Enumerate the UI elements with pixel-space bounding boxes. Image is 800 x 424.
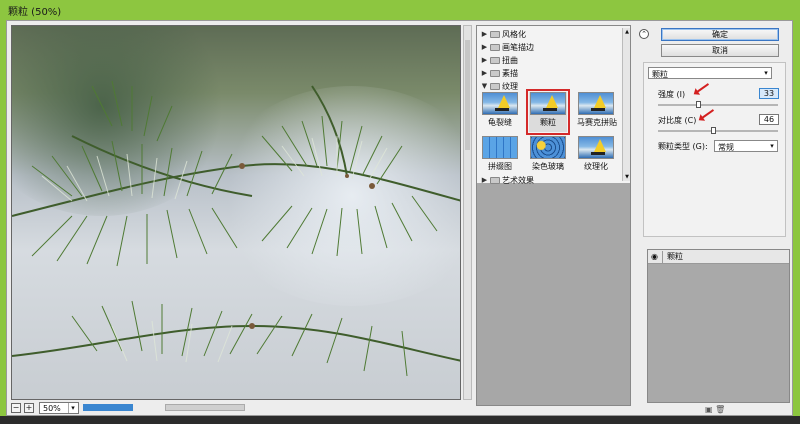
gallery-scrollbar[interactable]: ▲ ▼ — [622, 28, 630, 181]
folder-icon — [490, 30, 500, 38]
intensity-slider-handle[interactable] — [696, 101, 701, 108]
contrast-slider[interactable] — [658, 127, 778, 134]
category-sketch[interactable]: ▶ 素描 — [481, 67, 518, 79]
new-layer-icon[interactable]: ▣ — [705, 405, 713, 414]
filter-gallery-dialog: − + 50% ▾ ▶ 风格化 ▶ 画笔描边 ▶ 扭曲 ▶ 素描 ▼ 纹理 龟裂… — [6, 20, 793, 416]
category-label: 风格化 — [502, 29, 526, 39]
collapse-gallery-icon[interactable]: ⌃ — [639, 29, 649, 39]
folder-icon — [490, 176, 500, 184]
intensity-slider[interactable] — [658, 101, 778, 108]
thumbnail-image — [530, 136, 566, 159]
annotation-arrow — [701, 109, 715, 119]
thumbnail-image — [578, 92, 614, 115]
filter-gallery: ▶ 风格化 ▶ 画笔描边 ▶ 扭曲 ▶ 素描 ▼ 纹理 龟裂缝 颗粒 马赛克拼贴… — [476, 25, 631, 406]
filter-thumb-grain-selected[interactable]: 颗粒 — [526, 89, 570, 135]
filter-options: 颗粒 ▾ 强度 (I) 33 对比度 (C) 46 颗粒类型 (G): 常规 ▾ — [643, 62, 786, 237]
ok-button[interactable]: 确定 — [661, 28, 779, 41]
contrast-input[interactable]: 46 — [759, 114, 779, 125]
filter-category-list: ▶ 风格化 ▶ 画笔描边 ▶ 扭曲 ▶ 素描 ▼ 纹理 龟裂缝 颗粒 马赛克拼贴… — [477, 26, 630, 186]
delete-layer-icon[interactable]: 🗑 — [715, 405, 725, 414]
thumbnail-image — [578, 136, 614, 159]
effect-layer-row[interactable]: ◉ 颗粒 — [648, 250, 789, 264]
zoom-value: 50% — [43, 404, 61, 413]
thumbnail-label: 染色玻璃 — [532, 162, 564, 171]
scroll-down-icon[interactable]: ▼ — [624, 174, 630, 180]
zoom-select[interactable]: 50% ▾ — [39, 402, 79, 414]
category-distort[interactable]: ▶ 扭曲 — [481, 54, 518, 66]
pine-branch-image — [12, 80, 460, 377]
filter-settings-panel: ⌃ 确定 取消 颗粒 ▾ 强度 (I) 33 对比度 (C) 46 颗粒类型 (… — [635, 25, 792, 414]
dialog-frame: 颗粒 (50%) − + 50% ▾ ▶ 风格化 ▶ 画笔描边 ▶ 扭曲 ▶ 素… — [0, 0, 800, 424]
filter-thumb-patchwork[interactable]: 拼缀图 — [481, 136, 519, 176]
intensity-input[interactable]: 33 — [759, 88, 779, 99]
category-label: 画笔描边 — [502, 42, 534, 52]
filter-thumb-texturizer[interactable]: 纹理化 — [577, 136, 615, 176]
cancel-button[interactable]: 取消 — [661, 44, 779, 57]
filter-thumb-craquelure[interactable]: 龟裂缝 — [481, 92, 519, 132]
category-label: 艺术效果 — [502, 175, 534, 185]
chevron-down-icon: ▾ — [770, 142, 774, 150]
scroll-thumb[interactable] — [465, 40, 470, 150]
filter-thumb-stained-glass[interactable]: 染色玻璃 — [529, 136, 567, 176]
zoom-in-button[interactable]: + — [24, 403, 34, 413]
contrast-slider-handle[interactable] — [711, 127, 716, 134]
chevron-right-icon: ▶ — [481, 30, 488, 38]
scroll-up-icon[interactable]: ▲ — [624, 29, 630, 35]
status-bar — [0, 416, 800, 424]
thumbnail-image — [482, 136, 518, 159]
zoom-out-button[interactable]: − — [11, 403, 21, 413]
chevron-right-icon: ▶ — [481, 176, 488, 184]
folder-open-icon — [490, 82, 500, 90]
thumbnail-label: 龟裂缝 — [488, 118, 512, 127]
thumbnail-label: 拼缀图 — [488, 162, 512, 171]
horizontal-scrollbar[interactable] — [165, 404, 245, 411]
chevron-right-icon: ▶ — [481, 43, 488, 51]
thumbnail-label: 颗粒 — [540, 118, 556, 127]
horizontal-scroll-thumb[interactable] — [83, 404, 133, 411]
chevron-down-icon: ▼ — [481, 82, 488, 90]
category-texture[interactable]: ▼ 纹理 — [481, 80, 518, 92]
chevron-right-icon: ▶ — [481, 69, 488, 77]
folder-icon — [490, 43, 500, 51]
filter-select-value: 颗粒 — [652, 70, 668, 79]
preview-vertical-scrollbar[interactable] — [463, 25, 472, 400]
annotation-arrow — [696, 83, 710, 93]
grain-type-select[interactable]: 常规 ▾ — [714, 140, 778, 152]
eye-icon[interactable]: ◉ — [650, 252, 659, 261]
intensity-label: 强度 (I) — [658, 90, 686, 99]
thumbnail-image — [482, 92, 518, 115]
grain-type-value: 常规 — [718, 143, 734, 152]
folder-icon — [490, 56, 500, 64]
chevron-down-icon: ▾ — [764, 69, 768, 77]
thumbnail-label: 马赛克拼贴 — [577, 118, 617, 127]
filter-select[interactable]: 颗粒 ▾ — [648, 67, 772, 79]
filter-thumb-mosaic-tiles[interactable]: 马赛克拼贴 — [577, 92, 617, 132]
category-brush-strokes[interactable]: ▶ 画笔描边 — [481, 41, 534, 53]
zoom-bar: − + 50% ▾ — [11, 402, 471, 414]
image-preview[interactable] — [11, 25, 461, 400]
category-artistic[interactable]: ▶ 艺术效果 — [481, 174, 534, 186]
category-label: 素描 — [502, 68, 518, 78]
grain-type-label: 颗粒类型 (G): — [658, 142, 708, 151]
folder-icon — [490, 69, 500, 77]
thumbnail-image — [530, 92, 566, 115]
effect-layers-panel: ◉ 颗粒 — [647, 249, 790, 403]
chevron-down-icon: ▾ — [68, 403, 77, 413]
category-label: 纹理 — [502, 81, 518, 91]
category-stylize[interactable]: ▶ 风格化 — [481, 28, 526, 40]
thumbnail-label: 纹理化 — [584, 162, 608, 171]
layer-actions: ▣ 🗑 — [705, 405, 725, 414]
window-title: 颗粒 (50%) — [0, 0, 800, 20]
category-label: 扭曲 — [502, 55, 518, 65]
chevron-right-icon: ▶ — [481, 56, 488, 64]
contrast-label: 对比度 (C) — [658, 116, 697, 125]
effect-layer-name: 颗粒 — [662, 251, 683, 263]
